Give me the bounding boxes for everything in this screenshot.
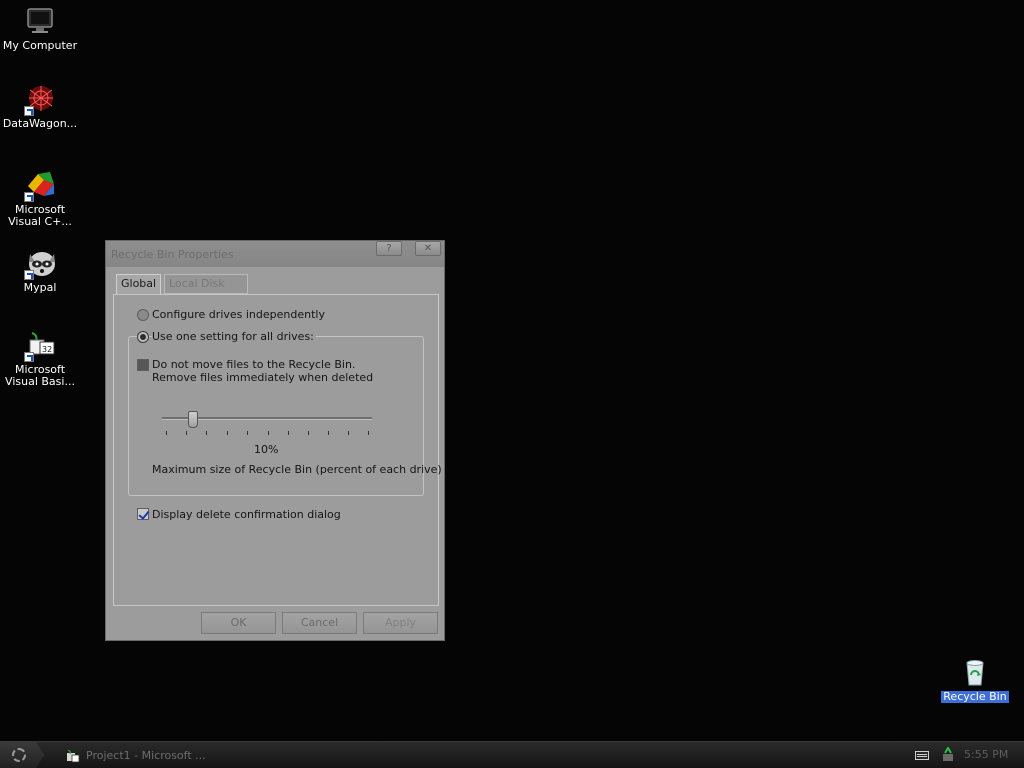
svg-text:32: 32 — [42, 345, 52, 354]
computer-icon — [24, 6, 56, 38]
do-not-move-label[interactable]: Do not move files to the Recycle Bin. — [152, 358, 355, 371]
desktop-icon-my-computer[interactable]: My Computer — [0, 6, 80, 52]
remove-immediately-label: Remove files immediately when deleted — [152, 371, 374, 384]
max-size-label: Maximum size of Recycle Bin (percent of … — [152, 463, 442, 476]
taskbar: Project1 - Microsoft ... 5:55 PM — [0, 741, 1024, 768]
dialog-title: Recycle Bin Properties — [111, 248, 234, 261]
mypal-icon — [24, 248, 56, 280]
network-icon[interactable] — [941, 746, 955, 763]
use-one-setting-label[interactable]: Use one setting for all drives: — [152, 330, 316, 343]
shortcut-arrow-icon — [24, 270, 34, 280]
tab-panel: Configure drives independently Use one s… — [113, 294, 442, 606]
shortcut-arrow-icon — [24, 192, 34, 202]
apply-button[interactable]: Apply — [363, 612, 438, 634]
slider-tick — [268, 431, 269, 435]
taskbar-item-label: Project1 - Microsoft ... — [86, 749, 206, 762]
desktop-icon-label: Mypal — [23, 281, 57, 294]
configure-independently-label[interactable]: Configure drives independently — [152, 308, 325, 321]
close-button[interactable]: ✕ — [415, 241, 441, 256]
slider-value: 10% — [254, 443, 279, 456]
start-button[interactable] — [0, 742, 44, 768]
desktop-icon-label: Microsoft Visual C+... — [8, 203, 72, 228]
help-button[interactable]: ? — [376, 241, 402, 256]
visual-cpp-icon — [24, 170, 56, 202]
configure-independently-radio[interactable] — [137, 309, 149, 321]
dialog-titlebar[interactable]: Recycle Bin Properties ? ✕ — [106, 241, 444, 267]
tab-local-disk[interactable]: Local Disk (C:) — [164, 274, 248, 308]
display-confirm-label[interactable]: Display delete confirmation dialog — [152, 508, 341, 521]
desktop-icon-visual-cpp[interactable]: Microsoft Visual C+... — [0, 170, 80, 228]
slider-tick — [328, 431, 329, 435]
display-confirm-checkbox[interactable] — [137, 508, 149, 520]
desktop-icon-label: Recycle Bin — [941, 690, 1009, 703]
desktop-icon-mypal[interactable]: Mypal — [0, 248, 80, 294]
slider-tick — [247, 431, 248, 435]
desktop-icon-recycle-bin[interactable]: Recycle Bin — [935, 657, 1015, 703]
slider-tick — [166, 431, 167, 435]
desktop-icon-label: Microsoft Visual Basi... — [5, 363, 75, 388]
ok-button[interactable]: OK — [201, 612, 276, 634]
recycle-bin-properties-dialog: Recycle Bin Properties ? ✕ Global Local … — [105, 240, 445, 641]
recycle-bin-icon — [959, 657, 991, 689]
desktop-icon-label: My Computer — [2, 39, 78, 52]
slider-tick — [227, 431, 228, 435]
tab-global[interactable]: Global — [116, 274, 161, 296]
max-size-slider-thumb[interactable] — [188, 411, 198, 428]
shortcut-arrow-icon — [24, 106, 34, 116]
do-not-move-checkbox[interactable] — [137, 359, 149, 371]
use-one-setting-radio[interactable] — [137, 331, 149, 343]
desktop-icon-visual-basic[interactable]: 32 Microsoft Visual Basi... — [0, 330, 80, 388]
keyboard-icon[interactable] — [915, 751, 929, 760]
cancel-button[interactable]: Cancel — [282, 612, 357, 634]
datawagon-icon — [24, 84, 56, 116]
clock[interactable]: 5:55 PM — [964, 748, 1008, 761]
slider-tick — [186, 431, 187, 435]
start-gear-icon — [12, 748, 26, 762]
slider-tick — [368, 431, 369, 435]
slider-tick — [288, 431, 289, 435]
visual-basic-icon: 32 — [24, 330, 56, 362]
desktop-icon-datawagon[interactable]: DataWagon... — [0, 84, 80, 130]
slider-tick — [206, 431, 207, 435]
taskbar-item-project1[interactable]: Project1 - Microsoft ... — [62, 745, 212, 766]
visual-basic-task-icon — [66, 749, 80, 763]
slider-tick — [348, 431, 349, 435]
shortcut-arrow-icon — [24, 352, 34, 362]
slider-tick — [308, 431, 309, 435]
desktop-icon-label: DataWagon... — [2, 117, 78, 130]
